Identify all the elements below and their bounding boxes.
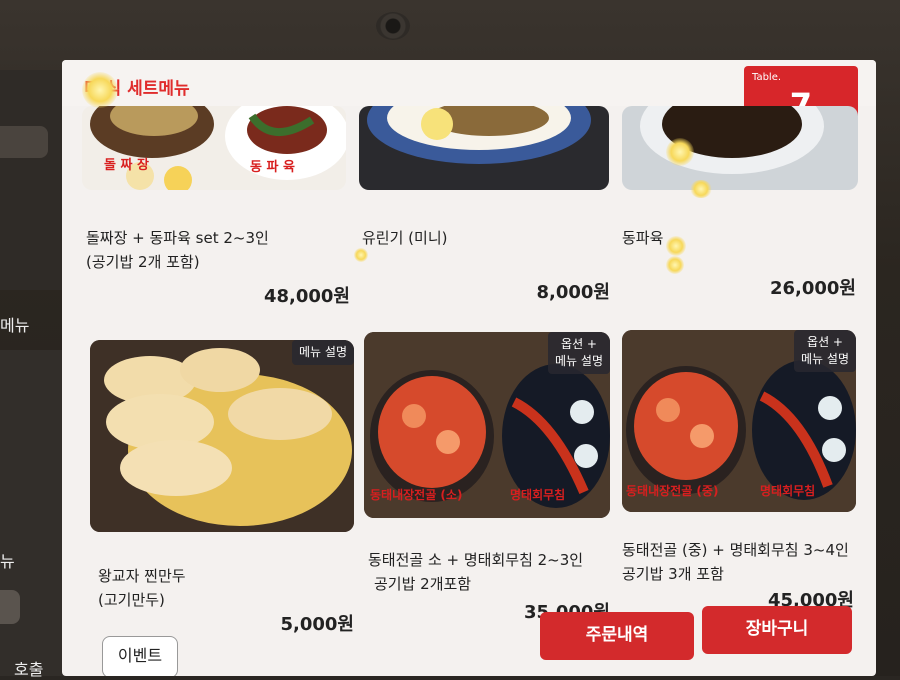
camera-icon [376,12,410,40]
menu-item-name-3[interactable]: 동파육 [622,226,663,250]
sidebar-menu-label: 메뉴 [0,316,30,335]
menu-item-name-3-line1: 동파육 [622,229,664,247]
food-photo-3 [640,106,824,174]
menu-item-name-2-line1: 유린기 (미니) [362,229,448,247]
menu-image-6[interactable]: 옵션 + 메뉴 설명 동태내장전골 (중) 명태회무침 [622,330,856,512]
table-label: Table. [752,72,782,83]
menu-item-name-4-line1: 왕교자 찐만두 [98,567,186,585]
menu-item-name-4-line2: (고기만두) [98,591,165,609]
image-label-5b: 명태회무침 [510,488,566,502]
image-label-1b: 동 파 육 [250,160,295,175]
menu-item-name-6-line1: 동태전골 (중) + 명태회무침 3~4인 [622,541,849,559]
title-text: 세트메뉴 [127,79,190,99]
image-label-1a: 돌 짜 장 [104,158,149,173]
menu-image-3[interactable] [622,106,858,190]
image-label-5a: 동태내장전골 (소) [370,488,463,502]
option-badge-1-line1: 옵션 + [561,337,597,351]
option-badge-1-line2: 메뉴 설명 [555,354,603,368]
menu-item-name-4[interactable]: 왕교자 찐만두 (고기만두) [98,564,186,612]
menu-image-5[interactable]: 옵션 + 메뉴 설명 동태내장전골 (소) 명태회무침 [364,332,610,518]
order-history-button[interactable]: 주문내역 [540,612,694,660]
food-photo-1 [90,106,346,190]
light-reflection-1 [82,72,118,108]
image-label-6a: 동태내장전골 (중) [626,484,719,498]
event-button[interactable]: 이벤트 [102,636,178,676]
option-menu-badge-2[interactable]: 옵션 + 메뉴 설명 [794,330,856,372]
option-badge-2-line1: 옵션 + [807,335,843,349]
light-reflection-6 [354,248,368,262]
cart-button[interactable]: 장바구니 [702,606,852,654]
sidebar-item-top[interactable] [0,126,48,158]
menu-item-name-5[interactable]: 동태전골 소 + 명태회무침 2~3인 공기밥 2개포함 [368,548,583,596]
light-reflection-2 [666,138,694,166]
image-label-6b: 명태회무침 [760,484,816,498]
menu-item-name-6-line2: 공기밥 3개 포함 [622,565,724,583]
menu-image-1[interactable]: 돌 짜 장 동 파 육 [82,106,346,190]
option-badge-2-line2: 메뉴 설명 [801,352,849,366]
light-reflection-5 [666,256,684,274]
light-reflection-4 [666,236,686,256]
light-reflection-3 [690,180,712,198]
sidebar-menu2-label: 뉴 [0,552,15,571]
kiosk-screen: 디 식 세트메뉴 Table. 7 돌 짜 장 동 파 육 [62,60,876,676]
menu-image-4[interactable]: 메뉴 설명 [90,340,354,532]
menu-item-name-5-line2: 공기밥 2개포함 [374,575,472,593]
menu-item-price-3: 26,000원 [769,278,856,299]
menu-item-name-1-line2: (공기밥 2개 포함) [86,253,200,271]
sidebar-panel-top [0,70,70,290]
menu-item-price-2: 8,000원 [536,282,611,303]
menu-description-badge[interactable]: 메뉴 설명 [292,340,354,365]
food-photo-4 [90,340,354,532]
menu-item-name-2[interactable]: 유린기 (미니) [362,226,447,250]
menu-item-price-4: 5,000원 [280,614,355,635]
sidebar-call-label: 호출 [14,660,44,679]
menu-item-name-1-line1: 돌짜장 + 동파육 set 2~3인 [86,229,269,247]
menu-item-name-6[interactable]: 동태전골 (중) + 명태회무침 3~4인 공기밥 3개 포함 [622,538,849,586]
food-photo-2 [367,106,591,164]
menu-image-2[interactable] [359,106,609,190]
menu-item-name-1[interactable]: 돌짜장 + 동파육 set 2~3인 (공기밥 2개 포함) [86,226,269,274]
option-menu-badge-1[interactable]: 옵션 + 메뉴 설명 [548,332,610,374]
menu-item-name-5-line1: 동태전골 소 + 명태회무침 2~3인 [368,551,584,569]
menu-item-price-1: 48,000원 [263,286,350,307]
sidebar-item-bottom[interactable] [0,590,20,624]
